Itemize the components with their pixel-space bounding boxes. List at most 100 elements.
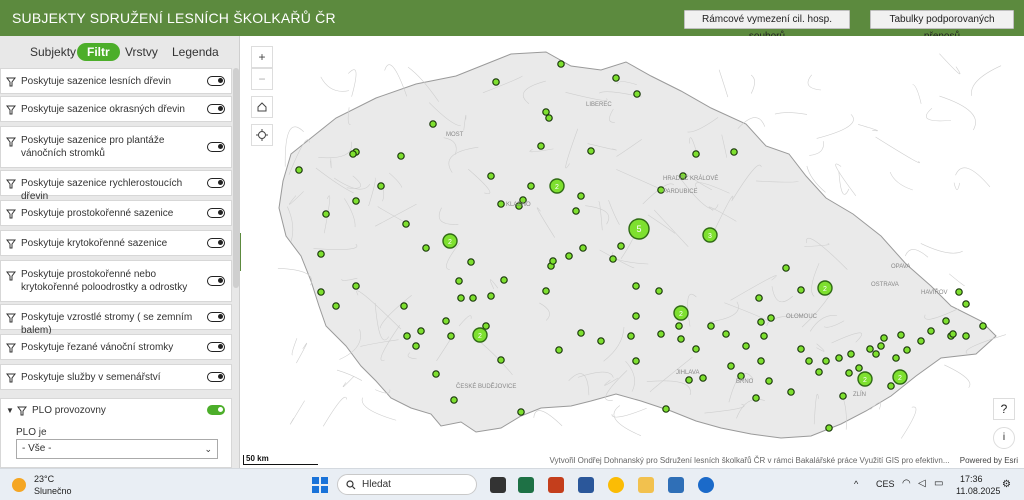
nursery-point[interactable] xyxy=(897,331,905,339)
nursery-point[interactable] xyxy=(612,74,620,82)
nursery-point[interactable] xyxy=(757,357,765,365)
nursery-point[interactable] xyxy=(707,322,715,330)
nursery-point[interactable] xyxy=(609,255,617,263)
nursery-point[interactable] xyxy=(627,332,635,340)
nursery-point[interactable] xyxy=(815,368,823,376)
nursery-point[interactable] xyxy=(597,337,605,345)
nursery-point[interactable] xyxy=(412,342,420,350)
nursery-point[interactable] xyxy=(979,322,987,330)
nursery-point[interactable] xyxy=(927,327,935,335)
sidebar-scrollbar[interactable] xyxy=(233,68,239,288)
nursery-point[interactable] xyxy=(880,334,888,342)
task-view-icon[interactable] xyxy=(490,477,506,493)
clock-time[interactable]: 17:36 xyxy=(960,474,983,484)
nursery-point[interactable] xyxy=(417,327,425,335)
map-view[interactable]: 2 2 5 3 2 2 2 2 2 LIBEREC MOST HRADEC KRÁLOVÉ PARDU… xyxy=(241,36,1024,468)
nursery-point[interactable] xyxy=(662,405,670,413)
nursery-point[interactable] xyxy=(517,408,525,416)
nursery-point[interactable] xyxy=(855,364,863,372)
nursery-point[interactable] xyxy=(757,318,765,326)
locate-button[interactable] xyxy=(251,124,273,146)
zoom-out-button[interactable]: − xyxy=(251,68,273,90)
nursery-point[interactable] xyxy=(917,337,925,345)
nursery-point[interactable] xyxy=(877,342,885,350)
nursery-point[interactable] xyxy=(400,302,408,310)
nursery-point[interactable] xyxy=(492,78,500,86)
nursery-point[interactable] xyxy=(767,314,775,322)
nursery-point[interactable] xyxy=(572,207,580,215)
nursery-point[interactable] xyxy=(577,329,585,337)
nursery-point[interactable] xyxy=(962,300,970,308)
nursery-point[interactable] xyxy=(742,342,750,350)
nursery-point[interactable] xyxy=(497,356,505,364)
nursery-point[interactable] xyxy=(787,388,795,396)
nursery-point[interactable] xyxy=(349,150,357,158)
nursery-point[interactable] xyxy=(632,282,640,290)
tab-legenda[interactable]: Legenda xyxy=(172,45,219,59)
plo-select[interactable]: - Vše - ⌄ xyxy=(16,439,218,459)
map-canvas[interactable]: 2 2 5 3 2 2 2 2 2 LIBEREC MOST HRADEC KRÁLOVÉ PARDU… xyxy=(241,36,1024,468)
chevron-down-icon[interactable]: ▼ xyxy=(6,406,14,415)
nursery-point[interactable] xyxy=(527,182,535,190)
nursery-point[interactable] xyxy=(403,332,411,340)
nursery-point[interactable] xyxy=(332,302,340,310)
nursery-point[interactable] xyxy=(727,362,735,370)
nursery-point[interactable] xyxy=(397,152,405,160)
nursery-point[interactable] xyxy=(942,317,950,325)
nursery-point[interactable] xyxy=(500,276,508,284)
filter-toggle[interactable] xyxy=(207,276,225,286)
nursery-point[interactable] xyxy=(295,166,303,174)
nursery-point[interactable] xyxy=(685,376,693,384)
notepad-icon[interactable] xyxy=(668,477,684,493)
nursery-point[interactable] xyxy=(402,220,410,228)
nursery-point[interactable] xyxy=(555,346,563,354)
weather-temp[interactable]: 23°C xyxy=(34,474,54,484)
powered-by-esri[interactable]: Powered by Esri xyxy=(960,456,1018,465)
taskbar-search[interactable]: Hledat xyxy=(337,474,477,495)
nursery-point[interactable] xyxy=(317,288,325,296)
nursery-point[interactable] xyxy=(545,114,553,122)
nursery-point[interactable] xyxy=(487,292,495,300)
file-explorer-icon[interactable] xyxy=(638,477,654,493)
volume-icon[interactable]: ◁ xyxy=(918,478,926,489)
nursery-point[interactable] xyxy=(632,312,640,320)
nursery-point[interactable] xyxy=(457,294,465,302)
filter-toggle[interactable] xyxy=(207,238,225,248)
nursery-point[interactable] xyxy=(887,382,895,390)
weather-desc[interactable]: Slunečno xyxy=(34,486,72,496)
nursery-point[interactable] xyxy=(542,108,550,116)
nursery-point[interactable] xyxy=(450,396,458,404)
nursery-point[interactable] xyxy=(549,257,557,265)
chevron-up-icon[interactable]: ^ xyxy=(854,479,858,489)
help-button[interactable]: ? xyxy=(993,398,1015,420)
nursery-point[interactable] xyxy=(692,345,700,353)
nursery-point[interactable] xyxy=(962,332,970,340)
nursery-point[interactable] xyxy=(845,369,853,377)
nursery-point[interactable] xyxy=(442,317,450,325)
nursery-point[interactable] xyxy=(455,277,463,285)
nursery-point[interactable] xyxy=(542,287,550,295)
nursery-point[interactable] xyxy=(805,357,813,365)
nursery-point[interactable] xyxy=(557,60,565,68)
excel-icon[interactable] xyxy=(518,477,534,493)
nursery-point[interactable] xyxy=(617,242,625,250)
nursery-point[interactable] xyxy=(352,197,360,205)
battery-icon[interactable]: ▭ xyxy=(934,478,943,489)
nursery-point[interactable] xyxy=(903,346,911,354)
nursery-point[interactable] xyxy=(657,330,665,338)
nursery-point[interactable] xyxy=(317,250,325,258)
language-indicator[interactable]: CES xyxy=(876,479,895,489)
windows-start-icon[interactable] xyxy=(312,477,328,493)
nursery-point[interactable] xyxy=(322,210,330,218)
filter-toggle[interactable] xyxy=(207,142,225,152)
nursery-point[interactable] xyxy=(797,345,805,353)
nursery-point[interactable] xyxy=(797,286,805,294)
nursery-point[interactable] xyxy=(825,424,833,432)
nursery-point[interactable] xyxy=(482,322,490,330)
nursery-point[interactable] xyxy=(537,142,545,150)
nursery-point[interactable] xyxy=(447,332,455,340)
nursery-point[interactable] xyxy=(699,374,707,382)
nursery-point[interactable] xyxy=(352,282,360,290)
nursery-point[interactable] xyxy=(632,357,640,365)
nursery-point[interactable] xyxy=(579,244,587,252)
